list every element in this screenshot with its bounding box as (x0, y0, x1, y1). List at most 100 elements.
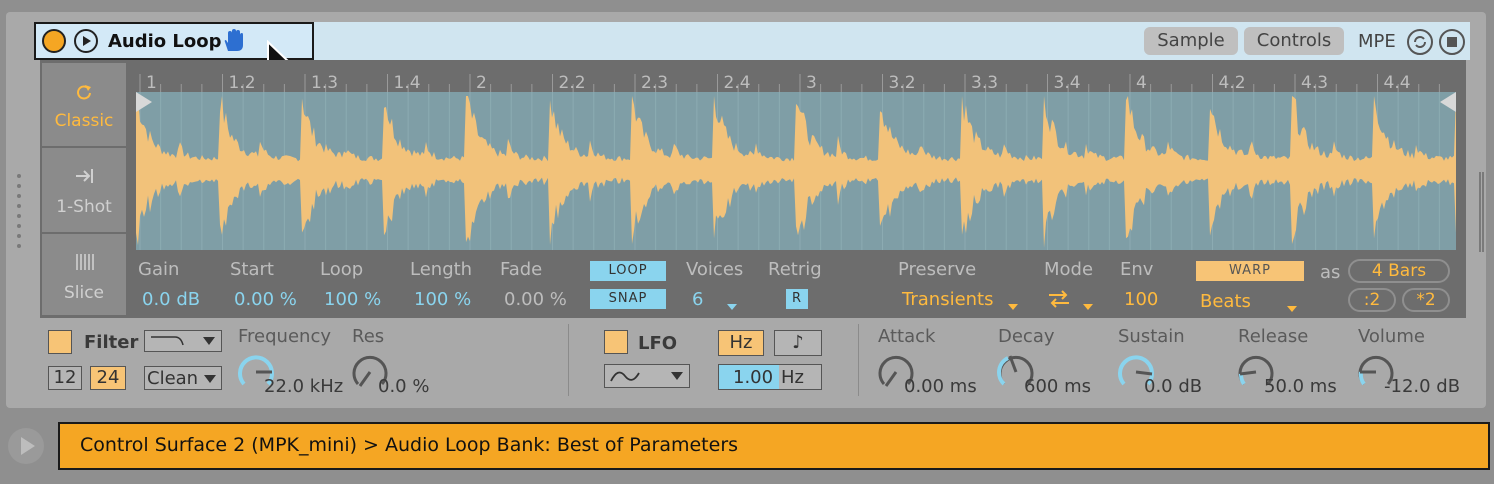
gain-label: Gain (138, 259, 180, 280)
gain-value[interactable]: 0.0 dB (142, 289, 200, 310)
sustain-label: Sustain (1118, 326, 1185, 347)
right-scrollbar[interactable] (1478, 172, 1484, 252)
res-value: 0.0 % (378, 376, 430, 397)
lfo-sync-note-button[interactable]: ♪ (774, 330, 822, 356)
lfo-toggle-button[interactable] (604, 330, 628, 354)
loop-value[interactable]: 100 % (324, 289, 381, 310)
ruler-label: 1.4 (394, 73, 421, 92)
start-label: Start (230, 259, 274, 280)
ruler-label: 1.2 (229, 73, 256, 92)
ruler-label: 2 (476, 73, 487, 92)
length-label: Length (410, 259, 473, 280)
fade-value[interactable]: 0.00 % (504, 289, 567, 310)
lfo-rate-field[interactable]: 1.00 Hz (718, 364, 822, 390)
device-activator-button[interactable] (42, 29, 66, 53)
env-value[interactable]: 100 (1124, 289, 1158, 310)
slice-bars-icon (74, 252, 96, 272)
chevron-down-icon[interactable] (1286, 298, 1298, 312)
mode-label: Mode (1044, 259, 1094, 280)
preserve-label: Preserve (898, 259, 977, 280)
tab-controls[interactable]: Controls (1244, 27, 1344, 55)
ruler-label: 1 (146, 73, 157, 92)
lfo-waveform-dropdown[interactable] (604, 364, 690, 388)
lfo-rate-value: 1.00 (733, 367, 774, 388)
release-label: Release (1238, 326, 1309, 347)
section-divider (858, 324, 859, 396)
volume-label: Volume (1358, 326, 1425, 347)
snap-toggle-button[interactable]: SNAP (590, 289, 666, 309)
halve-length-button[interactable]: :2 (1348, 288, 1396, 312)
tab-sample[interactable]: Sample (1144, 27, 1238, 55)
ruler-label: 3.3 (971, 73, 998, 92)
preserve-value[interactable]: Transients (902, 289, 994, 310)
start-value[interactable]: 0.00 % (234, 289, 297, 310)
slope-24-button[interactable]: 24 (90, 366, 126, 390)
res-label: Res (352, 326, 385, 347)
mpe-settings-icon[interactable] (1407, 29, 1433, 55)
warp-toggle-button[interactable]: WARP (1196, 261, 1304, 281)
ruler-label: 4.3 (1301, 73, 1328, 92)
attack-label: Attack (878, 326, 936, 347)
filter-type-dropdown[interactable] (144, 330, 222, 352)
sustain-value: 0.0 dB (1144, 376, 1203, 397)
retrig-label: Retrig (768, 259, 822, 280)
frequency-value: 22.0 kHz (264, 376, 344, 397)
lfo-hz-button[interactable]: Hz (718, 330, 764, 356)
mode-slice-button[interactable]: Slice (42, 283, 126, 303)
voices-label: Voices (686, 259, 744, 280)
ruler-label: 2.4 (724, 73, 751, 92)
as-label: as (1320, 262, 1341, 283)
beat-ruler[interactable]: 1 1.2 1.3 1.4 2 2.2 2.3 2.4 3 3.2 3.3 3.4 4 4.2 4.3 4.4 (136, 62, 1456, 92)
filter-toggle-button[interactable] (48, 330, 72, 354)
ruler-label: 4.2 (1219, 73, 1246, 92)
lfo-rate-unit: Hz (781, 367, 804, 388)
left-resize-grip[interactable] (16, 172, 22, 252)
section-divider (568, 324, 569, 396)
loop-toggle-button[interactable]: LOOP (590, 261, 666, 281)
filter-circuit-dropdown[interactable]: Clean (144, 366, 222, 390)
voices-value[interactable]: 6 (692, 289, 703, 310)
mode-classic-button[interactable]: Classic (42, 111, 126, 131)
filter-label: Filter (84, 332, 139, 353)
waveform-display[interactable] (136, 92, 1456, 250)
loop-start-marker-icon[interactable] (136, 92, 154, 112)
env-label: Env (1120, 259, 1154, 280)
chevron-down-icon[interactable] (726, 296, 738, 310)
retrig-button[interactable]: R (786, 289, 808, 309)
bars-length-field[interactable]: 4 Bars (1348, 259, 1450, 283)
chevron-down-icon[interactable] (1082, 296, 1094, 310)
device-title: Audio Loop (108, 31, 222, 52)
loop-label: Loop (320, 259, 364, 280)
preview-play-icon[interactable] (74, 29, 98, 53)
mode-divider (42, 146, 126, 148)
hand-icon (222, 29, 244, 53)
attack-value: 0.00 ms (904, 376, 977, 397)
loop-mode-icon[interactable] (1046, 289, 1072, 309)
ruler-label: 3.2 (889, 73, 916, 92)
loop-end-marker-icon[interactable] (1438, 92, 1456, 112)
filter-circuit-value: Clean (147, 368, 199, 389)
double-length-button[interactable]: *2 (1402, 288, 1450, 312)
save-preset-icon[interactable] (1439, 29, 1465, 55)
ruler-label: 3.4 (1054, 73, 1081, 92)
transport-play-icon[interactable] (8, 428, 44, 464)
length-value[interactable]: 100 % (414, 289, 471, 310)
waveform-shape (136, 96, 1456, 248)
fade-label: Fade (500, 259, 543, 280)
decay-value: 600 ms (1024, 376, 1091, 397)
warp-mode-value[interactable]: Beats (1200, 291, 1251, 312)
ruler-label: 1.3 (311, 73, 338, 92)
ruler-label: 2.3 (641, 73, 668, 92)
status-bar-text: Control Surface 2 (MPK_mini) > Audio Loo… (80, 434, 739, 456)
lowpass-shape-icon (151, 336, 184, 346)
mode-1-shot-button[interactable]: 1-Shot (42, 197, 126, 217)
chevron-down-icon[interactable] (1007, 296, 1019, 310)
sine-wave-icon (610, 371, 640, 382)
lfo-label: LFO (638, 333, 678, 354)
ruler-label: 4.4 (1384, 73, 1411, 92)
loop-icon (74, 82, 94, 102)
ruler-label: 2.2 (559, 73, 586, 92)
slope-12-button[interactable]: 12 (48, 366, 82, 390)
release-value: 50.0 ms (1264, 376, 1337, 397)
arrow-right-bar-icon (74, 166, 96, 186)
